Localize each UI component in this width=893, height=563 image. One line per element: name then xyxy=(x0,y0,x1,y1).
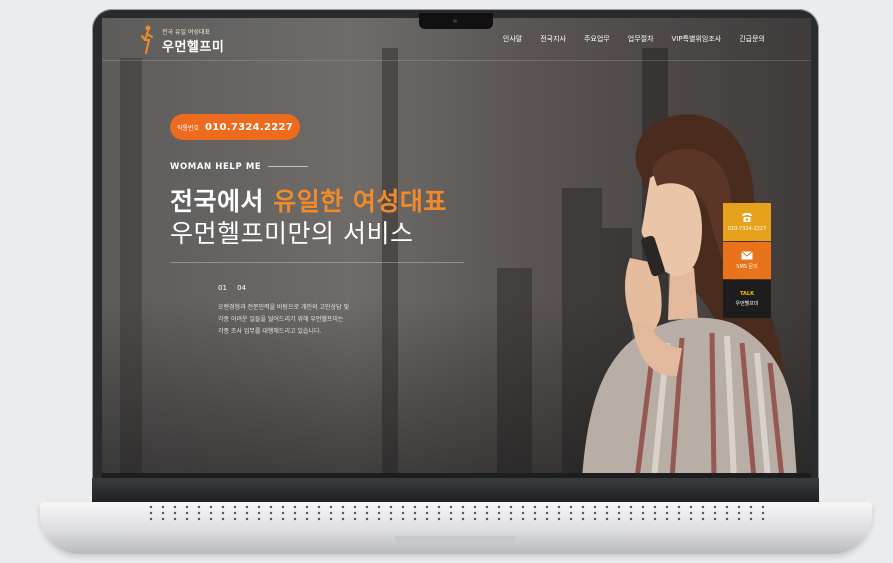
camera-icon xyxy=(453,19,457,23)
sms-widget[interactable]: SMS 문의 xyxy=(723,242,771,279)
runner-logo-icon xyxy=(141,25,153,54)
talk-badge: TALK xyxy=(740,291,754,297)
main-nav: 인사말 전국지사 주요업무 업무절차 VIP특별위임조사 긴급문의 xyxy=(485,34,765,44)
hero-title-line2: 우먼헬프미만의 서비스 xyxy=(170,219,414,248)
base-thumb-notch xyxy=(395,536,515,544)
direct-call-number: 010.7324.2227 xyxy=(205,121,294,133)
website-screen: 전국 유일 여성대표 우먼헬프미 인사말 전국지사 주요업무 업무절차 VIP특… xyxy=(102,18,811,479)
mail-icon xyxy=(741,251,753,260)
nav-item-greeting[interactable]: 인사말 xyxy=(503,34,522,44)
description-line: 각종 조사 업무를 대행해드리고 있습니다. xyxy=(218,328,322,335)
description-line: 오랜경험과 전문인력을 바탕으로 개인의 고민상담 및 xyxy=(218,304,349,311)
keyboard xyxy=(145,504,765,522)
hero-description: 오랜경험과 전문인력을 바탕으로 개인의 고민상담 및 각종 어려운 일들을 덜… xyxy=(218,302,388,338)
laptop-hinge xyxy=(92,478,819,502)
hero-divider xyxy=(170,262,464,263)
description-line: 각종 어려운 일들을 덜어드리기 위해 우먼헬프미는 xyxy=(218,316,344,323)
camera-notch xyxy=(419,13,493,29)
laptop-base xyxy=(40,502,872,554)
hero-title-part1: 전국에서 xyxy=(170,187,274,216)
hero-eyebrow: WOMAN HELP ME xyxy=(170,162,262,172)
direct-call-button[interactable]: 직통번호 010.7324.2227 xyxy=(170,114,300,140)
talk-widget-label: 우먼헬프미 xyxy=(735,301,759,307)
call-widget-label: 010-7324-2227 xyxy=(727,225,767,232)
nav-item-branches[interactable]: 전국지사 xyxy=(540,34,566,44)
nav-item-services[interactable]: 주요업무 xyxy=(584,34,610,44)
nav-item-contact[interactable]: 긴급문의 xyxy=(739,34,765,44)
nav-item-procedure[interactable]: 업무절차 xyxy=(628,34,654,44)
logo-name: 우먼헬프미 xyxy=(162,40,225,55)
kakaotalk-widget[interactable]: TALK 우먼헬프미 xyxy=(723,280,771,318)
nav-item-vip[interactable]: VIP특별위임조사 xyxy=(672,34,722,44)
phone-icon xyxy=(742,212,752,222)
hero-title-line1: 전국에서 유일한 여성대표 xyxy=(170,182,447,218)
logo-tagline: 전국 유일 여성대표 xyxy=(162,29,210,36)
eyebrow-divider xyxy=(268,166,308,167)
slide-pager[interactable]: 01 04 xyxy=(218,284,246,292)
hero-title-highlight: 유일한 여성대표 xyxy=(273,187,447,216)
call-widget[interactable]: 010-7324-2227 xyxy=(723,203,771,241)
sms-widget-label: SMS 문의 xyxy=(736,264,758,270)
direct-call-label: 직통번호 xyxy=(176,124,200,132)
